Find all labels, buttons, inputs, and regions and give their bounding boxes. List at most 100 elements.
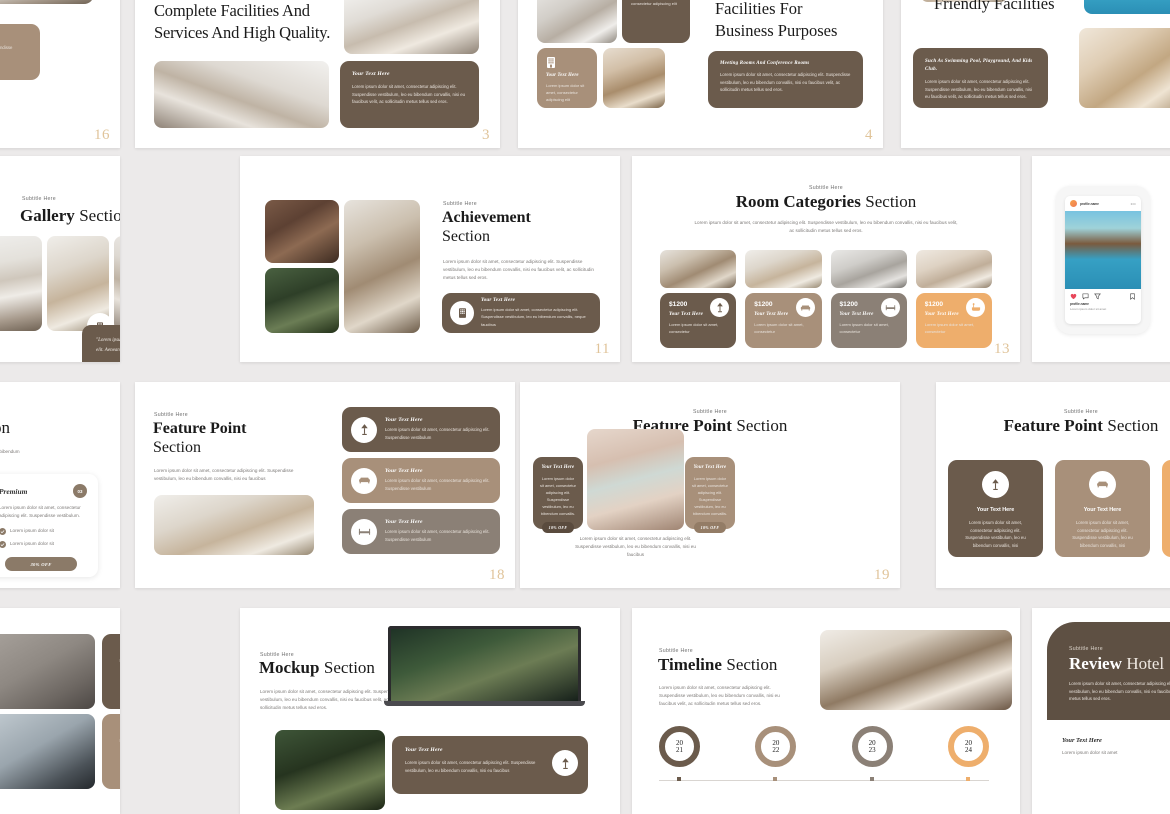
slide-thumbnail-4[interactable]: Your Text Here Lorem ipsum dolor sit ame… (518, 0, 883, 148)
slide-thumbnail-11[interactable]: Subtitle Here Achievement Section Lorem … (240, 156, 620, 362)
slide4-headline-line1: Facilities For (715, 0, 803, 18)
slide-thumbnail-3[interactable]: Complete Facilities And Services And Hig… (135, 0, 500, 148)
timeline-year-item[interactable]: 20 21 (659, 726, 700, 767)
feature18-row[interactable]: Your Text Here Lorem ipsum dolor sit ame… (342, 458, 500, 503)
room-card[interactable]: $1200 Your Text Here Lorem ipsum dolor s… (830, 250, 907, 348)
building-icon (547, 57, 588, 68)
timeline-title-light: Section (726, 655, 778, 674)
lamp-icon (992, 479, 999, 490)
slide-thumbnail-timeline[interactable]: Subtitle Here Timeline Section Lorem ips… (632, 608, 1020, 814)
slide4-wide-card-title: Meeting Rooms And Conference Rooms (720, 61, 810, 66)
feature19-right-badge[interactable]: 10% OFF (694, 522, 726, 534)
achievement-photo-1 (265, 200, 339, 263)
room-price-card: $1200 Your Text Here Lorem ipsum dolor s… (745, 293, 822, 348)
feature18-row[interactable]: Your Text Here Lorem ipsum dolor sit ame… (342, 509, 500, 554)
slide5-card-body: Lorem ipsum dolor sit amet, consectetur … (925, 79, 1033, 100)
laptop-mockup (384, 626, 585, 706)
pricing-cta-button[interactable]: 30% OFF (5, 557, 77, 572)
team-card-2[interactable]: Milea Dhanda Lorem ipsum dolor sit amet,… (102, 714, 120, 789)
team-photo-1 (0, 634, 95, 709)
slide-thumbnail-review[interactable]: Subtitle Here Review Hotel Lorem ipsum d… (1032, 608, 1170, 814)
sofa-icon-wrap (795, 298, 815, 317)
feature19-left-card[interactable]: Your Text Here Lorem ipsum dolor sit ame… (533, 457, 583, 534)
feature20-card[interactable]: Your Text Here Lorem ipsum dolor sit ame… (1055, 460, 1150, 557)
slide-thumbnail-20[interactable]: Subtitle Here Feature Point Section Your… (936, 382, 1170, 588)
review-title: Review Hotel (1069, 654, 1170, 674)
timeline-title-bold: Timeline (658, 655, 722, 674)
feature19-page-number: 19 (874, 567, 890, 583)
mockup-card-body: Lorem ipsum dolor sit amet, consectetur … (405, 760, 536, 773)
timeline-year-bottom: 21 (676, 745, 683, 754)
room-card-body: Lorem ipsum dolor sit amet, consectetur (924, 322, 975, 335)
mockup-card-title: Your Text Here (405, 747, 443, 753)
slide16-photo (0, 0, 94, 4)
more-dots-icon[interactable]: ••• (1131, 201, 1136, 206)
pricing-plan-card[interactable]: Premium 03 Lorem ipsum dolor sit amet, c… (0, 474, 98, 577)
mockup-photo (275, 730, 385, 810)
review-hero-card: Subtitle Here Review Hotel Lorem ipsum d… (1047, 622, 1170, 720)
achievement-photo-3 (344, 200, 420, 333)
pricing-plan-number: 03 (73, 484, 87, 498)
instagram-post-photo (1065, 211, 1141, 289)
feature18-row-body: Lorem ipsum dolor sit amet, consectetur … (385, 427, 490, 440)
slide-thumbnail-pricing[interactable]: on eu bibendum Premium 03 Lorem ipsum do… (0, 382, 120, 588)
feature19-right-title: Your Text Here (693, 465, 727, 470)
bookmark-icon (1130, 293, 1135, 300)
feature20-subtitle: Subtitle Here (1064, 409, 1098, 415)
achievement-title-light: Section (442, 228, 490, 245)
feature19-left-badge[interactable]: 10% OFF (542, 522, 574, 534)
feature19-photo (587, 429, 684, 530)
slide3-card-body: Lorem ipsum dolor sit amet, consectetur … (352, 84, 465, 105)
achievement-card: Your Text Here Lorem ipsum dolor sit ame… (442, 293, 600, 333)
feature18-subtitle: Subtitle Here (154, 412, 188, 418)
feature18-row[interactable]: Your Text Here Lorem ipsum dolor sit ame… (342, 407, 500, 452)
lamp-icon-wrap (351, 416, 377, 443)
timeline-year-item[interactable]: 20 22 (755, 726, 797, 767)
instagram-action-row (1065, 289, 1141, 302)
feature19-left-title: Your Text Here (541, 465, 575, 470)
lamp-icon-wrap (982, 471, 1009, 498)
instagram-caption-text: Lorem ipsum dolor sit amet (1070, 307, 1107, 311)
feature18-row-body: Lorem ipsum dolor sit amet, consectetur … (385, 529, 490, 542)
feature19-caption: Lorem ipsum dolor sit amet, consectetur … (575, 536, 696, 558)
room-card[interactable]: $1200 Your Text Here Lorem ipsum dolor s… (660, 250, 737, 348)
slide5-headline: Friendly Facilities (934, 0, 1055, 13)
slide-thumbnail-mockup[interactable]: Subtitle Here Mockup Section Lorem ipsum… (240, 608, 620, 814)
slide-thumbnail-gallery[interactable]: Subtitle Here Gallery Section "Lorem ips… (0, 156, 120, 362)
room-card[interactable]: $1200 Your Text Here Lorem ipsum dolor s… (915, 250, 992, 348)
slide4-small-card-top: Your Text Here Lorem ipsum dolor sit ame… (622, 0, 690, 43)
timeline-axis-dot (870, 777, 874, 781)
slide-thumbnail-19[interactable]: Subtitle Here Feature Point Section Your… (520, 382, 900, 588)
slide-thumbnail-instagram[interactable]: profile.name ••• profile.name Lorem ipsu… (1032, 156, 1170, 362)
feature20-card[interactable] (1162, 460, 1170, 557)
slide-thumbnail-16[interactable]: Your Text Here Lorem ipsum dolor sit ame… (0, 0, 120, 148)
avatar (1070, 200, 1077, 207)
timeline-axis-dot (966, 777, 970, 781)
slide5-text-card: Such As Swimming Pool, Playground, And K… (913, 48, 1048, 108)
slide-thumbnail-5[interactable]: Friendly Facilities Such As Swimming Poo… (901, 0, 1170, 148)
feature20-card[interactable]: Your Text Here Lorem ipsum dolor sit ame… (948, 460, 1043, 557)
slide-thumbnail-team[interactable]: Milea Dhanda Lorem ipsum dolor sit amet,… (0, 608, 120, 814)
feature19-right-card[interactable]: Your Text Here Lorem ipsum dolor sit ame… (685, 457, 735, 534)
slide5-photo-pool (1084, 0, 1170, 14)
achievement-card-body: Lorem ipsum dolor sit amet, consectetur … (481, 307, 586, 327)
slide-thumbnail-13[interactable]: Subtitle Here Room Categories Section Lo… (632, 156, 1020, 362)
room-card[interactable]: $1200 Your Text Here Lorem ipsum dolor s… (745, 250, 822, 348)
timeline-body: Lorem ipsum dolor sit amet, consectetur … (659, 685, 780, 707)
gallery-title-bold: Gallery (20, 206, 75, 225)
pricing-feature-item: Lorem ipsum dolor sit (0, 527, 87, 535)
timeline-year-item[interactable]: 20 23 (851, 726, 893, 767)
team-card-1[interactable]: Milea Dhanda Lorem ipsum dolor sit amet,… (102, 634, 120, 709)
review-body: Lorem ipsum dolor sit amet, consectetur … (1069, 681, 1170, 702)
sofa-icon (800, 304, 810, 311)
mockup-title: Mockup Section (259, 658, 375, 678)
feature19-subtitle: Subtitle Here (693, 409, 727, 415)
achievement-photo-2 (265, 268, 339, 333)
slide-thumbnail-18[interactable]: Subtitle Here Feature Point Section Lore… (135, 382, 515, 588)
lamp-icon (561, 757, 569, 769)
feature19-title-light: Section (736, 416, 788, 435)
room-photo (745, 250, 822, 288)
room-photo (660, 250, 737, 288)
timeline-year-item[interactable]: 20 24 (947, 726, 989, 767)
mockup-card[interactable]: Your Text Here Lorem ipsum dolor sit ame… (392, 736, 588, 794)
